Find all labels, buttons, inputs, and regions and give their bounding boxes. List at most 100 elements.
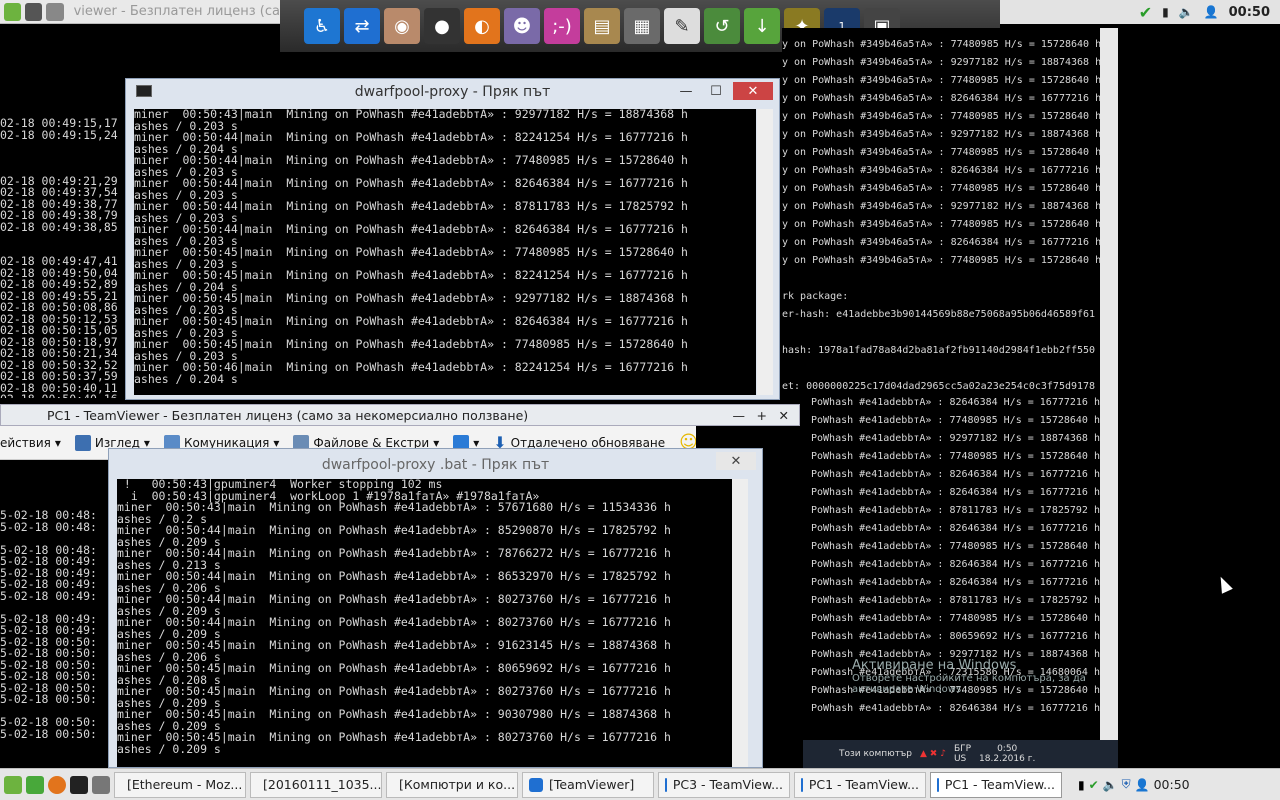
bat-window: dwarfpool-proxy .bat - Пряк път ✕ ! 00:5… xyxy=(108,448,763,768)
activation-subtitle: Отворете настройките на компютъра, за да xyxy=(852,673,1086,684)
minimize-button[interactable]: — xyxy=(673,82,699,100)
bat-window-title: dwarfpool-proxy .bat - Пряк път xyxy=(321,457,550,473)
archive-icon[interactable]: ▤ xyxy=(584,8,620,44)
backup-icon[interactable]: ↺ xyxy=(704,8,740,44)
console-line: PoWhash #e41adebbтA» : 82646384 H/s = 16… xyxy=(811,469,1100,480)
close-button[interactable]: ✕ xyxy=(733,82,773,100)
left-console: 02-18 00:49:15,17 02-18 00:49:15,24 02-18… xyxy=(0,108,125,398)
accessibility-icon[interactable]: ♿ xyxy=(304,8,340,44)
console-line: PoWhash #e41adebbтA» : 80659692 H/s = 16… xyxy=(811,631,1100,642)
console-line: PoWhash #e41adebbтA» : 92977182 H/s = 18… xyxy=(811,433,1100,444)
console-line: y on PoWhash #349b46a5тA» : 82646384 H/s… xyxy=(782,93,1100,104)
right-scrollbar[interactable] xyxy=(1100,28,1118,740)
left-console-2: 5-02-18 00:48: 5-02-18 00:48: 5-02-18 00:… xyxy=(0,510,108,768)
console-line: 02-18 00:49:15,24 xyxy=(0,127,118,142)
bottom-clock[interactable]: 00:50 xyxy=(1154,777,1190,792)
top-taskbar: viewer - Безплатен лиценз (са xyxy=(0,0,280,24)
task-computers[interactable]: [Компютри и ко... xyxy=(386,771,518,798)
firefox-icon[interactable]: ◐ xyxy=(464,8,500,44)
proxy-scrollbar[interactable] xyxy=(757,109,773,395)
console-line: PoWhash #e41adebbтA» : 77480985 H/s = 15… xyxy=(811,451,1100,462)
bat-console: ! 00:50:43|gpuminer4 Worker stopping 102… xyxy=(117,479,739,767)
show-desktop-icon[interactable] xyxy=(26,775,44,794)
task-screenshot[interactable]: [20160111_1035... xyxy=(250,771,382,798)
update-shield-icon[interactable]: ✔ xyxy=(1139,3,1152,22)
files-icon[interactable] xyxy=(46,2,64,21)
tv-maximize-button[interactable]: + xyxy=(757,408,767,423)
console-line: ashes / 0.209 s xyxy=(117,741,221,756)
tv-close-button[interactable]: ✕ xyxy=(779,408,789,423)
teamviewer-icon xyxy=(937,777,939,792)
teamviewer-titlebar[interactable]: PC1 - TeamViewer - Безплатен лиценз (сам… xyxy=(0,404,800,426)
user-icon[interactable]: 👤 xyxy=(1135,778,1150,792)
console-line: y on PoWhash #349b46a5тA» : 92977182 H/s… xyxy=(782,129,1100,140)
pidgin-icon[interactable]: ☻ xyxy=(504,8,540,44)
console-line: 02-18 00:50:40,16 xyxy=(0,393,125,398)
console-line: PoWhash #e41adebbтA» : 82646384 H/s = 16… xyxy=(811,523,1100,534)
bat-close-button[interactable]: ✕ xyxy=(716,452,756,470)
console-line: rk package: xyxy=(782,291,849,302)
maximize-button[interactable]: ☐ xyxy=(703,82,729,100)
network-icon[interactable]: ▮ xyxy=(1162,5,1169,19)
remote-lang[interactable]: БГР US xyxy=(954,744,971,764)
teamviewer-icon[interactable]: ⇄ xyxy=(344,8,380,44)
update-shield-icon[interactable]: ✔ xyxy=(1089,778,1099,792)
proxy-window-title: dwarfpool-proxy - Пряк път xyxy=(354,84,551,100)
camera-icon[interactable]: ● xyxy=(424,8,460,44)
text-editor-icon[interactable]: ✎ xyxy=(664,8,700,44)
console-line: y on PoWhash #349b46a5тA» : 77480985 H/s… xyxy=(782,39,1100,50)
teamviewer-title: PC1 - TeamViewer - Безплатен лиценз (сам… xyxy=(47,407,529,423)
console-line: er-hash: e41adebbe3b90144569b88e75068a95… xyxy=(782,309,1096,320)
vm-icon[interactable] xyxy=(92,775,110,794)
console-line: PoWhash #e41adebbтA» : 82646384 H/s = 16… xyxy=(811,487,1100,498)
task-pc1-b[interactable]: PC1 - TeamView... xyxy=(930,771,1062,798)
bat-scrollbar[interactable] xyxy=(732,479,748,767)
task-pc3[interactable]: PC3 - TeamView... xyxy=(658,771,790,798)
terminal-icon[interactable] xyxy=(70,775,88,794)
console-line: y on PoWhash #349b46a5тA» : 92977182 H/s… xyxy=(782,57,1100,68)
remote-taskbar: Този компютър ▲ ✖ ♪ БГР US 0:50 18.2.2016 … xyxy=(803,740,1118,768)
window-title: viewer - Безплатен лиценз (са xyxy=(73,4,280,19)
console-icon xyxy=(136,85,152,97)
task-teamviewer[interactable]: [TeamViewer] xyxy=(522,771,654,798)
volume-icon[interactable]: 🔈 xyxy=(1103,778,1118,792)
calculator-icon[interactable]: ▦ xyxy=(624,8,660,44)
remote-clock[interactable]: 0:50 18.2.2016 г. xyxy=(979,744,1035,764)
clock[interactable]: 00:50 xyxy=(1229,5,1270,20)
mint-menu-icon[interactable] xyxy=(4,2,22,21)
eye-icon[interactable]: ◉ xyxy=(384,8,420,44)
proxy-window-titlebar[interactable]: dwarfpool-proxy - Пряк път — ☐ ✕ xyxy=(126,79,779,105)
firefox-icon[interactable] xyxy=(48,775,66,794)
system-tray: ✔ ▮ 🔈 👤 00:50 xyxy=(1000,0,1280,24)
proxy-window: dwarfpool-proxy - Пряк път — ☐ ✕ miner 0… xyxy=(125,78,780,400)
mint-menu-icon[interactable] xyxy=(4,775,22,794)
console-line: y on PoWhash #349b46a5тA» : 77480985 H/s… xyxy=(782,111,1100,122)
shield-icon[interactable]: ⛨ xyxy=(1122,777,1131,792)
console-line: 5-02-18 00:48: xyxy=(0,519,97,534)
task-pc1-a[interactable]: PC1 - TeamView... xyxy=(794,771,926,798)
console-line: PoWhash #e41adebbтA» : 82646384 H/s = 16… xyxy=(811,577,1100,588)
console-line: PoWhash #e41adebbтA» : 77480985 H/s = 15… xyxy=(811,613,1100,624)
mouse-cursor-icon xyxy=(1215,574,1233,594)
volume-icon[interactable]: 🔈 xyxy=(1179,5,1194,19)
network-icon[interactable]: ▮ xyxy=(1078,778,1085,792)
chat-icon[interactable]: ;-) xyxy=(544,8,580,44)
home-icon[interactable] xyxy=(25,2,43,21)
actions-menu[interactable]: ействия ▾ xyxy=(0,436,61,450)
teamviewer-icon xyxy=(529,777,543,792)
console-line: y on PoWhash #349b46a5тA» : 77480985 H/s… xyxy=(782,219,1100,230)
task-ethereum[interactable]: [Ethereum - Moz... xyxy=(114,771,246,798)
tv-minimize-button[interactable]: — xyxy=(733,408,746,423)
download-icon[interactable]: ↓ xyxy=(744,8,780,44)
console-line: hash: 1978a1fad78a84d2ba81af2fb91140d298… xyxy=(782,345,1096,356)
bat-window-titlebar[interactable]: dwarfpool-proxy .bat - Пряк път ✕ xyxy=(109,449,762,479)
console-line: PoWhash #e41adebbтA» : 77480985 H/s = 15… xyxy=(811,541,1100,552)
view-icon xyxy=(74,434,91,451)
console-line: PoWhash #e41adebbтA» : 92977182 H/s = 18… xyxy=(811,718,1100,720)
user-icon[interactable]: 👤 xyxy=(1204,5,1219,19)
